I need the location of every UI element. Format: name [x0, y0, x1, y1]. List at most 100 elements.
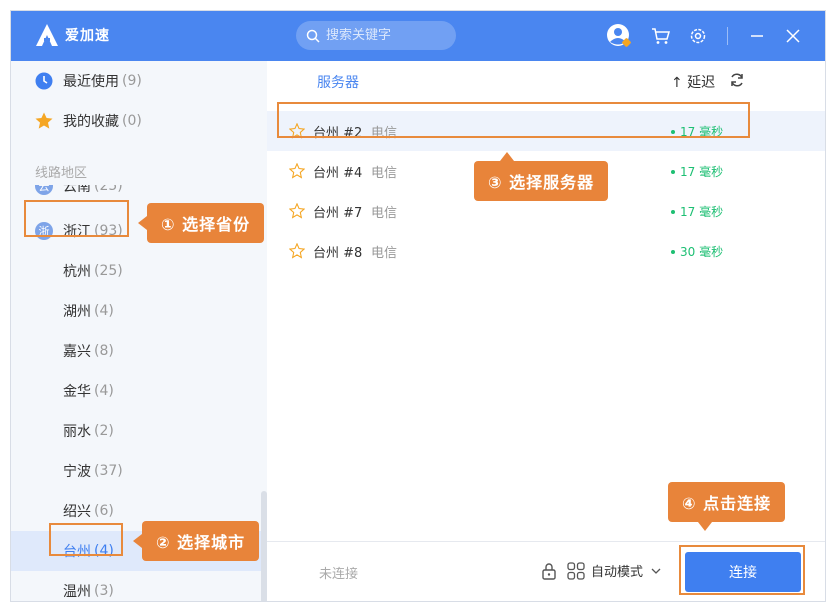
server-list-header: 服务器 ↑ 延迟	[267, 61, 825, 101]
city-label: 台州	[63, 544, 91, 560]
city-label: 丽水	[63, 424, 91, 440]
favorite-star-icon[interactable]	[289, 203, 305, 219]
server-latency: 17 毫秒	[671, 123, 723, 140]
app-logo: 爱加速	[35, 23, 110, 47]
footer-bar: 未连接 自动模式 连接	[267, 541, 825, 601]
latency-dot	[671, 250, 675, 254]
city-label: 湖州	[63, 304, 91, 320]
sidebar-item-label: 我的收藏	[63, 114, 119, 130]
lock-icon[interactable]	[541, 562, 557, 580]
sidebar-clip: 云 云南 (25)	[11, 185, 261, 199]
city-count: (25)	[94, 263, 123, 279]
mode-label: 自动模式	[591, 565, 644, 580]
city-count: (37)	[94, 463, 123, 479]
callout-step2: ② 选择城市	[133, 521, 260, 561]
section-label-regions: 线路地区	[35, 166, 88, 181]
sidebar-item-count: (0)	[122, 113, 142, 129]
server-name: 台州 #8	[313, 245, 363, 261]
title-bar: 爱加速	[11, 11, 825, 61]
latency-dot	[671, 170, 675, 174]
sidebar-city-item[interactable]: 宁波 (37)	[11, 451, 261, 491]
callout-step1: ① 选择省份	[138, 203, 265, 243]
app-name: 爱加速	[65, 28, 110, 44]
column-header-server[interactable]: 服务器	[317, 72, 359, 92]
sidebar-city-item[interactable]: 温州 (3)	[11, 571, 261, 601]
sidebar-item-count: (25)	[94, 185, 123, 194]
server-name: 台州 #2	[313, 125, 363, 141]
server-latency: 30 毫秒	[671, 243, 723, 260]
city-label: 宁波	[63, 464, 91, 480]
gear-icon	[690, 28, 706, 44]
logo-icon	[36, 24, 58, 46]
city-count: (4)	[94, 303, 114, 319]
search-box[interactable]	[296, 21, 456, 50]
avatar-icon	[607, 24, 631, 47]
star-icon	[35, 112, 53, 130]
search-input[interactable]	[326, 28, 446, 43]
favorite-star-icon[interactable]	[289, 163, 305, 179]
city-count: (3)	[94, 583, 114, 599]
cart-icon	[652, 28, 670, 44]
close-button[interactable]	[779, 22, 807, 50]
refresh-button[interactable]	[729, 72, 745, 92]
sidebar-item-yunnan[interactable]: 云 云南 (25)	[11, 185, 261, 199]
latency-dot	[671, 130, 675, 134]
server-row[interactable]: 台州 #8 电信 30 毫秒	[267, 231, 825, 271]
chevron-down-icon	[651, 568, 661, 574]
city-count: (8)	[94, 343, 114, 359]
clock-icon	[35, 72, 53, 90]
province-badge: 云	[35, 185, 53, 195]
sidebar-item-count: (9)	[122, 73, 142, 89]
city-label: 温州	[63, 584, 91, 600]
callout-step3: ③ 选择服务器	[474, 152, 609, 201]
column-header-latency[interactable]: ↑ 延迟	[671, 72, 715, 92]
minimize-icon	[751, 35, 763, 37]
city-count: (4)	[94, 383, 114, 399]
titlebar-divider	[727, 27, 728, 45]
server-isp: 电信	[371, 245, 398, 261]
sidebar-city-item[interactable]: 嘉兴 (8)	[11, 331, 261, 371]
favorite-star-icon[interactable]	[289, 243, 305, 259]
favorite-star-icon[interactable]	[289, 123, 305, 139]
server-list-panel: 服务器 ↑ 延迟 台州 #2 电信 17 毫秒 台州 #4 电信 17 毫秒 台…	[267, 61, 825, 541]
callout-step4: ④ 点击连接	[668, 482, 786, 531]
latency-dot	[671, 210, 675, 214]
sidebar-city-item[interactable]: 湖州 (4)	[11, 291, 261, 331]
cart-button[interactable]	[647, 22, 675, 50]
close-icon	[786, 29, 800, 43]
settings-button[interactable]	[684, 22, 712, 50]
connect-button[interactable]: 连接	[685, 552, 801, 592]
server-isp: 电信	[371, 125, 398, 141]
city-label: 嘉兴	[63, 344, 91, 360]
sidebar-item-label: 云南	[63, 185, 91, 195]
search-icon	[306, 29, 320, 43]
avatar-button[interactable]	[605, 22, 633, 50]
city-label: 金华	[63, 384, 91, 400]
connection-status: 未连接	[319, 567, 359, 582]
city-count: (4)	[94, 543, 114, 559]
sidebar-item-label: 浙江	[63, 224, 91, 240]
sidebar-item-recent[interactable]: 最近使用 (9)	[11, 61, 261, 101]
city-count: (2)	[94, 423, 114, 439]
grid-mode-icon	[567, 561, 585, 580]
sidebar-city-item[interactable]: 杭州 (25)	[11, 251, 261, 291]
sidebar-item-count: (93)	[94, 223, 123, 239]
sidebar-item-label: 最近使用	[63, 74, 119, 90]
mode-selector[interactable]: 自动模式	[541, 561, 661, 580]
city-label: 杭州	[63, 264, 91, 280]
server-isp: 电信	[371, 165, 398, 181]
sidebar-city-item[interactable]: 丽水 (2)	[11, 411, 261, 451]
city-label: 绍兴	[63, 504, 91, 520]
server-name: 台州 #4	[313, 165, 363, 181]
province-badge: 浙	[35, 222, 53, 240]
sidebar-city-item[interactable]: 金华 (4)	[11, 371, 261, 411]
sidebar-item-favorites[interactable]: 我的收藏 (0)	[11, 101, 261, 141]
server-row-selected[interactable]: 台州 #2 电信 17 毫秒	[267, 111, 825, 151]
refresh-icon	[731, 73, 743, 87]
server-isp: 电信	[371, 205, 398, 221]
server-latency: 17 毫秒	[671, 163, 723, 180]
minimize-button[interactable]	[743, 22, 771, 50]
city-count: (6)	[94, 503, 114, 519]
server-name: 台州 #7	[313, 205, 363, 221]
server-latency: 17 毫秒	[671, 203, 723, 220]
